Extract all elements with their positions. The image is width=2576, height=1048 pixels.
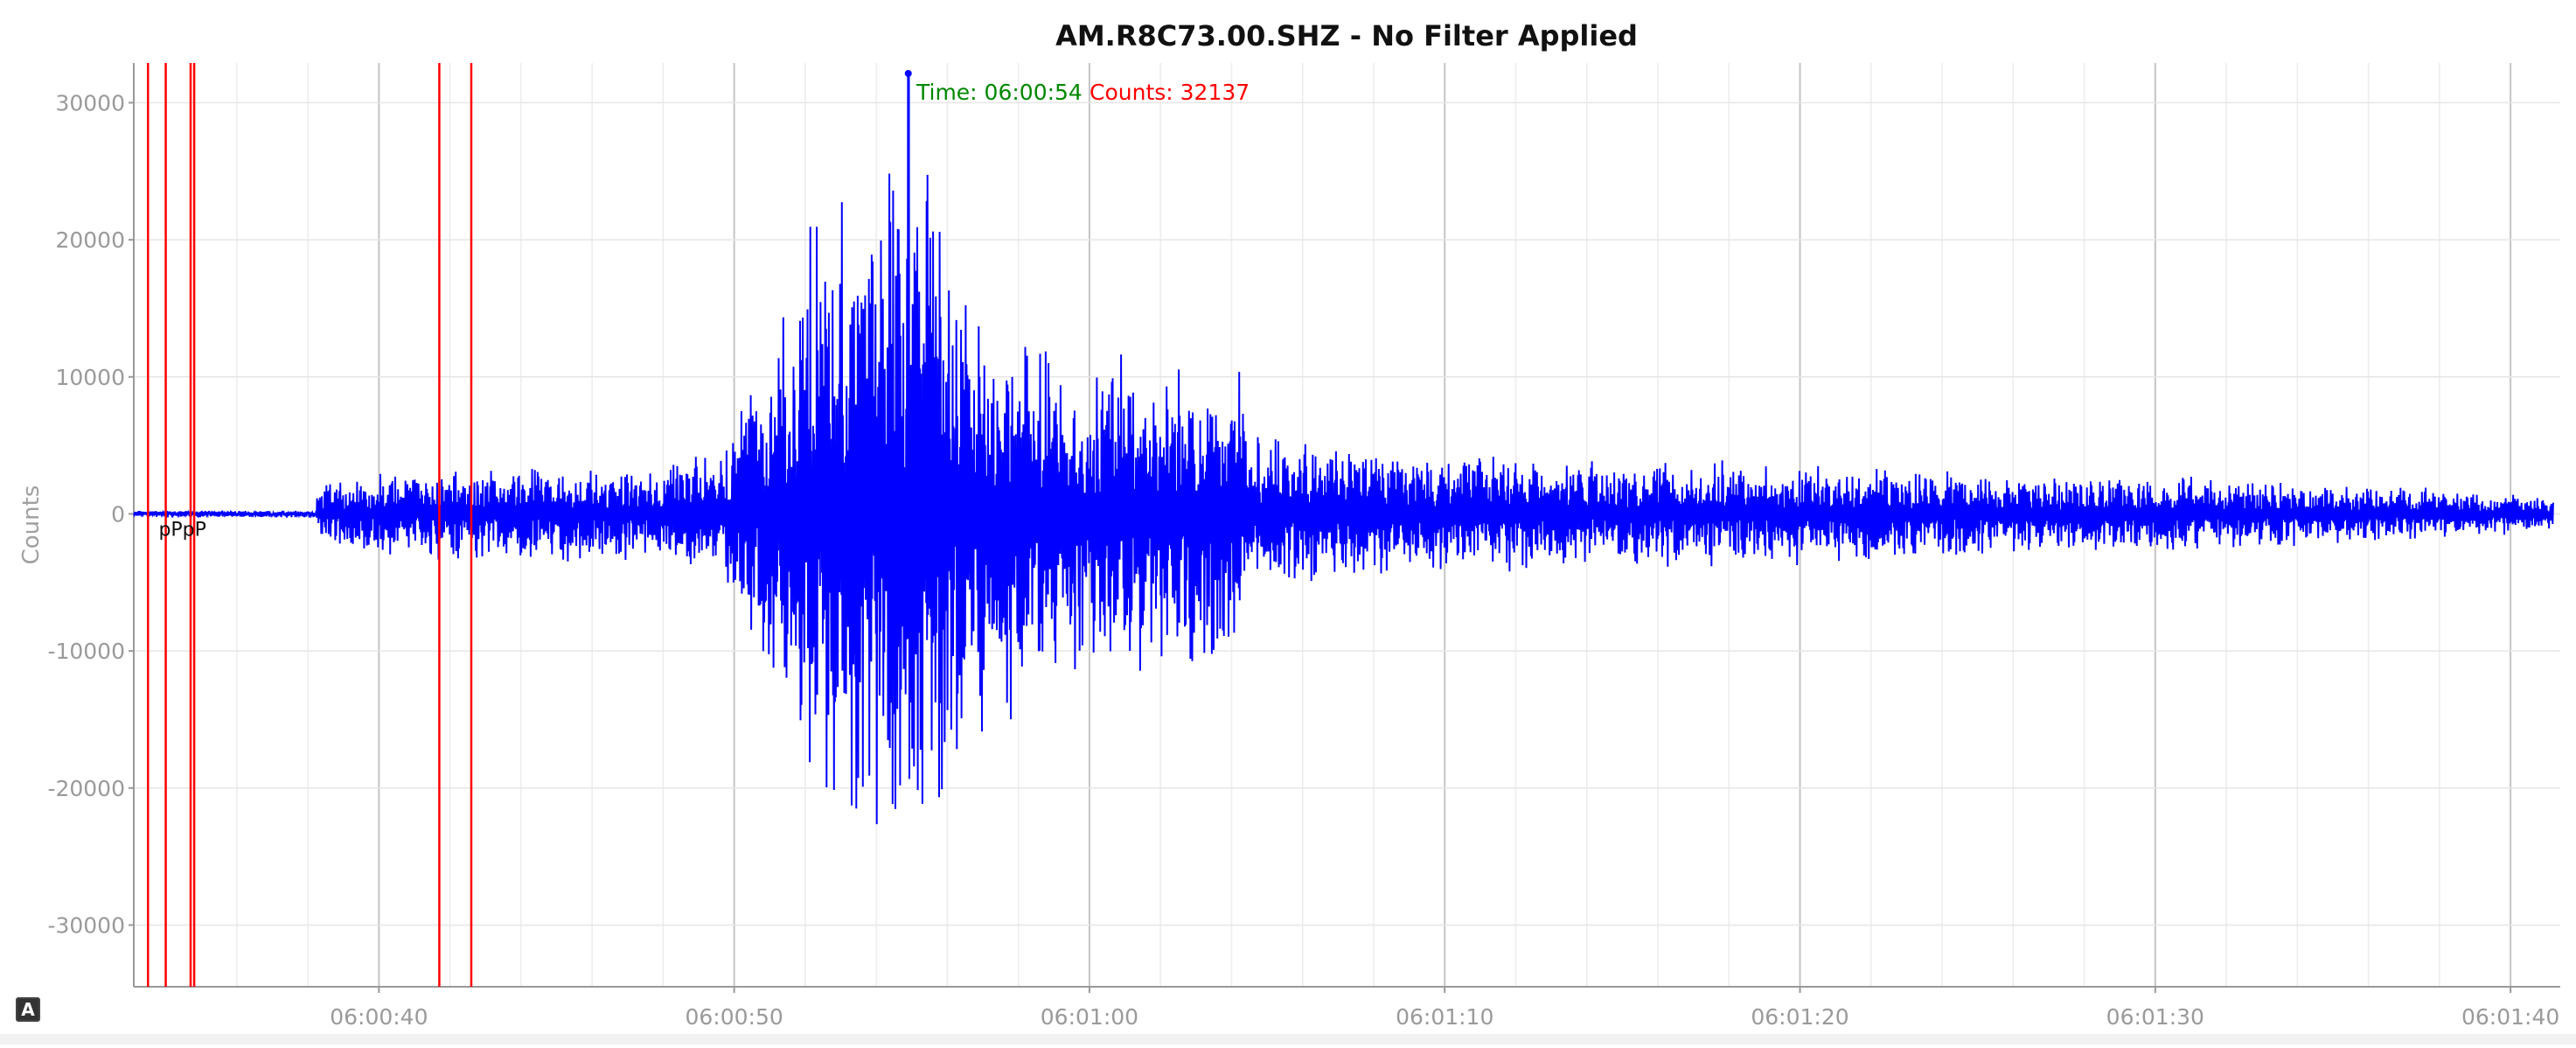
- readout-counts: Counts: 32137: [1090, 80, 1250, 105]
- y-tick-label: -30000: [47, 912, 125, 938]
- y-tick-label: 20000: [55, 227, 125, 253]
- y-tick-label: 0: [111, 501, 125, 527]
- readout-time: Time: 06:00:54: [916, 80, 1083, 105]
- chart-svg[interactable]: AM.R8C73.00.SHZ - No Filter Applied Coun…: [0, 0, 2576, 1045]
- chart-title: AM.R8C73.00.SHZ - No Filter Applied: [1055, 19, 1638, 52]
- x-tick-label: 06:01:40: [2461, 1004, 2559, 1030]
- waveform-trace[interactable]: [133, 69, 2554, 825]
- x-tick-label: 06:01:20: [1751, 1004, 1848, 1030]
- waveform-line[interactable]: [133, 73, 2554, 825]
- y-tick-label: 10000: [55, 365, 125, 390]
- status-strip: [0, 1034, 2576, 1045]
- auto-scale-icon[interactable]: A: [16, 997, 40, 1022]
- cursor-readout: Time: 06:00:54 Counts: 32137: [916, 80, 1250, 105]
- x-tick-label: 06:01:00: [1041, 1004, 1138, 1030]
- y-tick-label: -10000: [47, 639, 125, 664]
- peak-point[interactable]: [904, 69, 912, 77]
- y-tick-label: -20000: [47, 776, 125, 801]
- x-tick-label: 06:00:40: [330, 1004, 428, 1030]
- y-tick-label: 30000: [55, 90, 125, 115]
- seismogram-chart[interactable]: AM.R8C73.00.SHZ - No Filter Applied Coun…: [0, 0, 2576, 1045]
- x-tick-label: 06:00:50: [685, 1004, 783, 1030]
- x-tick-label: 06:01:30: [2106, 1004, 2204, 1030]
- y-axis-label: Counts: [18, 486, 45, 565]
- phase-labels: pPpP: [158, 519, 205, 541]
- x-tick-label: 06:01:10: [1396, 1004, 1493, 1030]
